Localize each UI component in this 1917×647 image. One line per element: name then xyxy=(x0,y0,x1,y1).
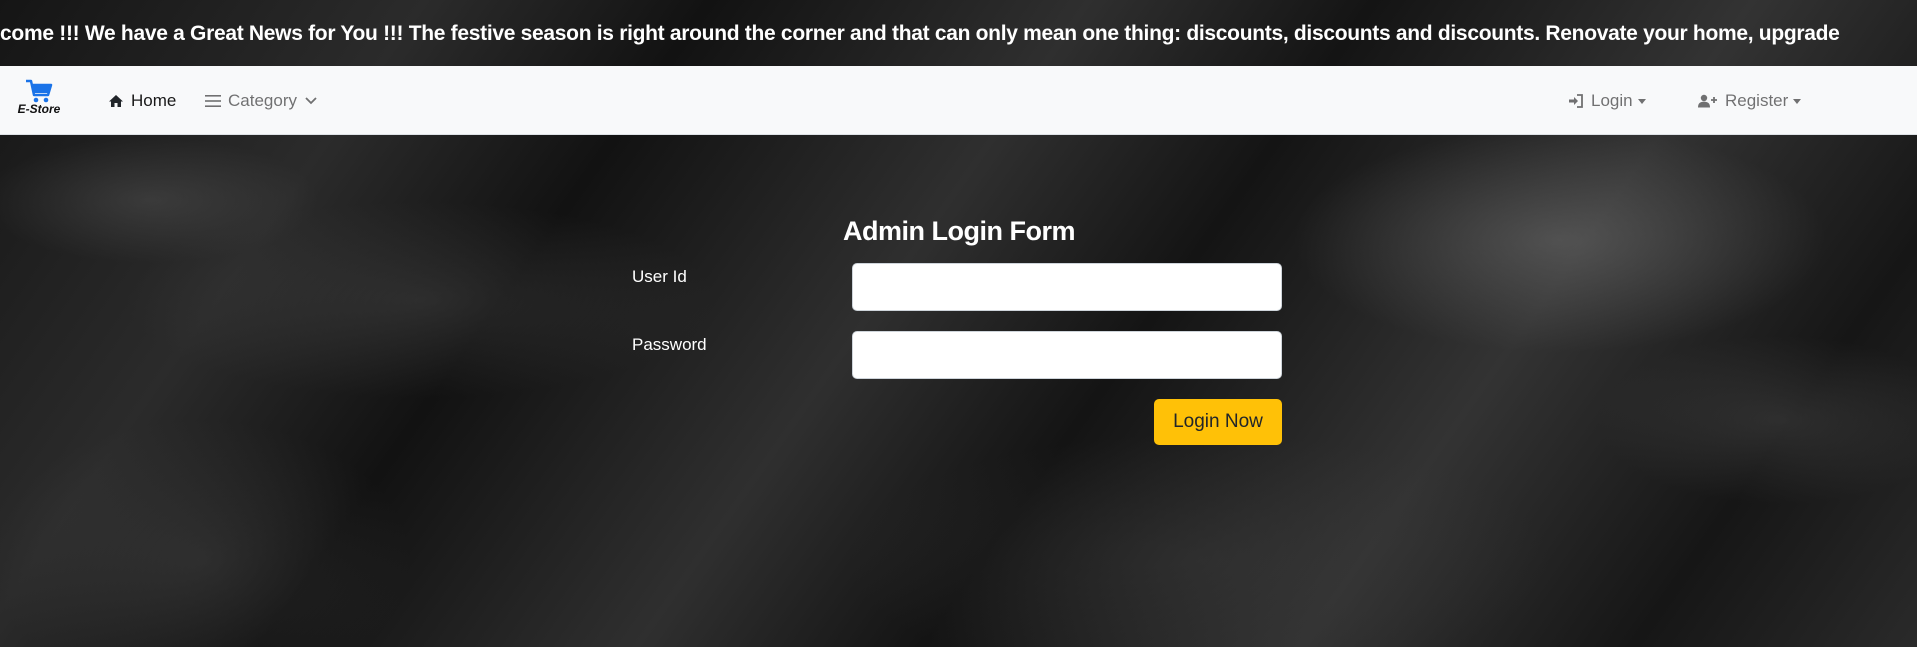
nav-register-dropdown[interactable]: Register xyxy=(1698,88,1802,114)
password-input[interactable] xyxy=(852,331,1282,379)
nav-home-link[interactable]: Home xyxy=(108,88,176,114)
chevron-down-icon xyxy=(305,97,317,105)
cart-icon xyxy=(26,79,53,103)
nav-login-label: Login xyxy=(1591,91,1633,110)
sign-in-icon xyxy=(1568,94,1584,108)
top-navbar: E-Store Home Category Login Register xyxy=(0,66,1917,135)
caret-down-icon xyxy=(1637,98,1646,104)
nav-category-dropdown[interactable]: Category xyxy=(205,88,317,114)
menu-icon xyxy=(205,94,221,108)
nav-category-label: Category xyxy=(228,91,297,110)
brand-logo[interactable]: E-Store xyxy=(16,78,62,124)
password-label: Password xyxy=(632,335,707,354)
nav-login-dropdown[interactable]: Login xyxy=(1568,88,1646,114)
user-id-input[interactable] xyxy=(852,263,1282,311)
user-id-label: User Id xyxy=(632,267,687,286)
nav-register-label: Register xyxy=(1725,91,1789,110)
announcement-marquee: Welcome !!! We have a Great News for You… xyxy=(0,0,1917,66)
nav-home-label: Home xyxy=(131,91,177,110)
caret-down-icon xyxy=(1793,98,1802,104)
marquee-text: Welcome !!! We have a Great News for You… xyxy=(0,22,1840,45)
user-plus-icon xyxy=(1698,94,1718,108)
home-icon xyxy=(108,94,124,108)
login-now-button[interactable]: Login Now xyxy=(1154,399,1282,445)
brand-label: E-Store xyxy=(17,102,61,116)
form-title: Admin Login Form xyxy=(843,216,1075,246)
